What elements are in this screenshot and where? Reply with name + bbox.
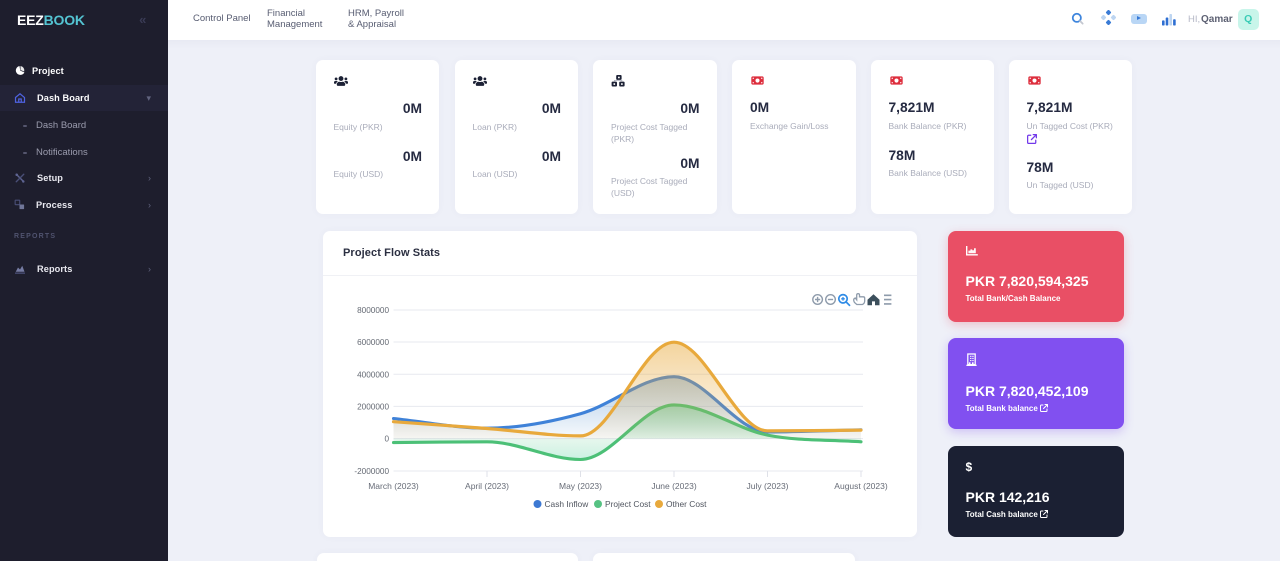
svg-text:4000000: 4000000 [357, 370, 389, 379]
svg-text:Project Cost: Project Cost [605, 499, 651, 509]
svg-text:May (2023): May (2023) [559, 481, 602, 491]
svg-text:Cash Inflow: Cash Inflow [545, 499, 590, 509]
svg-text:-2000000: -2000000 [354, 467, 389, 476]
svg-text:0: 0 [384, 435, 389, 444]
svg-text:June (2023): June (2023) [651, 481, 697, 491]
svg-text:Other Cost: Other Cost [666, 499, 707, 509]
svg-text:6000000: 6000000 [357, 338, 389, 347]
svg-text:2000000: 2000000 [357, 402, 389, 411]
svg-text:8000000: 8000000 [357, 306, 389, 315]
svg-text:August (2023): August (2023) [834, 481, 888, 491]
svg-text:July (2023): July (2023) [746, 481, 788, 491]
svg-text:April (2023): April (2023) [465, 481, 509, 491]
svg-text:March (2023): March (2023) [368, 481, 419, 491]
